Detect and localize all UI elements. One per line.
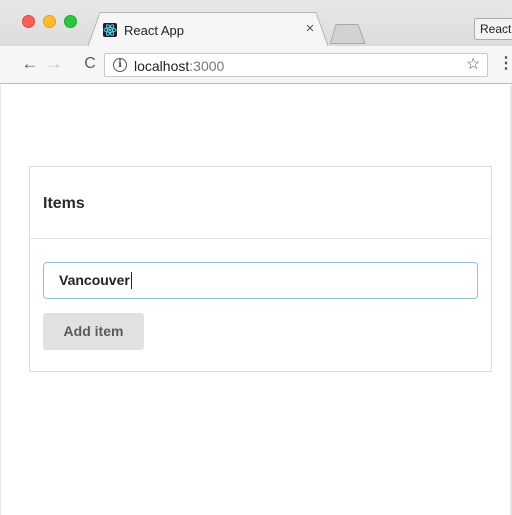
tab-close-icon[interactable]: × [302,21,318,37]
minimize-window-button[interactable] [43,15,56,28]
browser-menu-icon[interactable]: ⋮ [498,55,512,75]
new-tab-button[interactable] [330,24,366,44]
site-info-icon[interactable]: i [113,58,127,72]
bookmark-star-icon[interactable]: ☆ [466,55,480,75]
tab-title: React App [124,23,184,38]
address-bar[interactable]: i localhost:3000 ☆ [104,53,488,77]
add-item-button[interactable]: Add item [43,313,144,350]
card-header: Items [30,167,491,239]
url-port: :3000 [189,58,225,74]
react-favicon-icon [103,23,117,37]
window-left-edge [0,85,1,515]
text-cursor [130,271,132,289]
zoom-window-button[interactable] [64,15,77,28]
items-card: Items Vancouver Add item [29,166,492,372]
item-input-value: Vancouver [59,272,130,288]
card-title: Items [43,195,85,212]
browser-titlebar: React App × React [0,0,512,46]
profile-button[interactable]: React [474,18,512,40]
back-arrow-icon[interactable]: ← [20,54,40,74]
forward-arrow-icon[interactable]: → [44,54,64,74]
reload-icon[interactable]: C [80,54,100,74]
url-host: localhost [134,58,190,74]
item-input[interactable]: Vancouver [43,262,478,299]
close-window-button[interactable] [22,15,35,28]
url-text: localhost:3000 [134,58,224,74]
